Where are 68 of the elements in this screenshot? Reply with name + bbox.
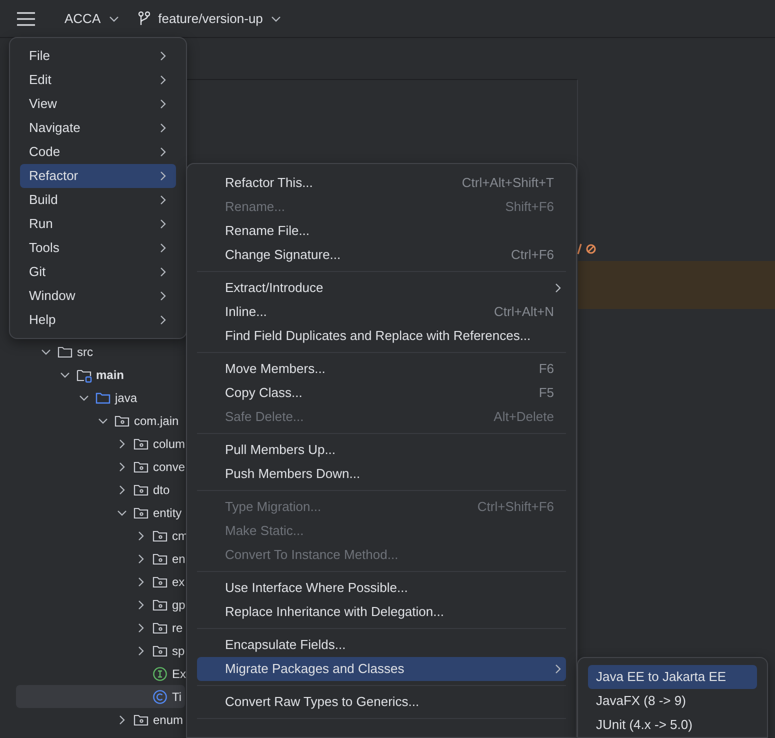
tree-row[interactable]: en: [16, 547, 185, 570]
tree-row[interactable]: re: [16, 616, 185, 639]
menu-item[interactable]: Use Interface Where Possible...: [197, 576, 566, 600]
menu-item[interactable]: Java EE to Jakarta EE: [588, 665, 757, 689]
menu-item[interactable]: Extract/Introduce: [197, 276, 566, 300]
chevron-right-icon: [159, 291, 167, 301]
menu-item[interactable]: Tools: [20, 236, 176, 260]
menu-item[interactable]: Help: [20, 308, 176, 332]
menu-item[interactable]: Code: [20, 140, 176, 164]
menu-item[interactable]: Move Members... F6: [197, 357, 566, 381]
menu-item[interactable]: Copy Class... F5: [197, 381, 566, 405]
tree-row[interactable]: Ti: [16, 685, 185, 708]
menu-item[interactable]: Git: [20, 260, 176, 284]
chevron-right-icon: [159, 219, 167, 229]
menu-item[interactable]: Edit: [20, 68, 176, 92]
tree-row[interactable]: sp: [16, 639, 185, 662]
menu-item[interactable]: Rename File...: [197, 219, 566, 243]
chevron-right-icon: [159, 267, 167, 277]
tree-row[interactable]: enum: [16, 708, 185, 731]
class-icon: [152, 688, 168, 704]
chevron-right-icon: [159, 243, 167, 253]
menu-icon[interactable]: [17, 12, 35, 26]
tree-row[interactable]: java: [16, 386, 185, 409]
menu-item[interactable]: File: [20, 44, 176, 68]
menu-item[interactable]: Migrate Packages and Classes: [197, 657, 566, 681]
chevron-down-icon: [270, 14, 281, 22]
menu-item[interactable]: Build: [20, 188, 176, 212]
tree-row[interactable]: com.jain: [16, 409, 185, 432]
menu-item[interactable]: Find Field Duplicates and Replace with References...: [197, 324, 566, 348]
menu-item[interactable]: Push Members Down...: [197, 462, 566, 486]
tree-row[interactable]: main: [16, 363, 185, 386]
chevron-right-icon: [159, 171, 167, 181]
chevron-right-icon: [159, 51, 167, 61]
menu-item[interactable]: Encapsulate Fields...: [197, 633, 566, 657]
menu-item[interactable]: Convert Raw Types to Generics...: [197, 690, 566, 714]
menu-item[interactable]: View: [20, 92, 176, 116]
chevron-down-icon: [108, 14, 119, 22]
chevron-right-icon: [159, 99, 167, 109]
tree-row[interactable]: entity: [16, 501, 185, 524]
chevron-right-icon: [159, 315, 167, 325]
menu-item[interactable]: JavaFX (8 -> 9): [588, 689, 757, 713]
branch-dropdown[interactable]: feature/version-up: [138, 8, 281, 28]
tree-row[interactable]: colum: [16, 432, 185, 455]
chevron-right-icon: [159, 75, 167, 85]
chevron-right-icon: [554, 283, 562, 293]
menu-item[interactable]: Navigate: [20, 116, 176, 140]
menu-item[interactable]: Run: [20, 212, 176, 236]
tree-row[interactable]: gp: [16, 593, 185, 616]
tree-row[interactable]: ex: [16, 570, 185, 593]
menu-item[interactable]: Window: [20, 284, 176, 308]
tree-row[interactable]: Ex: [16, 662, 185, 685]
chevron-right-icon: [159, 195, 167, 205]
chevron-right-icon: [554, 664, 562, 674]
menu-item[interactable]: Replace Inheritance with Delegation...: [197, 600, 566, 624]
menu-item[interactable]: Pull Members Up...: [197, 438, 566, 462]
chevron-right-icon: [159, 123, 167, 133]
menu-item[interactable]: Inline... Ctrl+Alt+N: [197, 300, 566, 324]
tree-row[interactable]: dto: [16, 478, 185, 501]
menu-item[interactable]: Refactor This... Ctrl+Alt+Shift+T: [197, 171, 566, 195]
chevron-right-icon: [159, 147, 167, 157]
tree-row[interactable]: src: [16, 340, 185, 363]
interface-icon: [152, 666, 168, 682]
menu-item[interactable]: JUnit (4.x -> 5.0): [588, 713, 757, 737]
menu-item[interactable]: Refactor: [20, 164, 176, 188]
branch-icon: [138, 11, 150, 26]
menu-item[interactable]: Change Signature... Ctrl+F6: [197, 243, 566, 267]
project-dropdown[interactable]: ACCA: [64, 8, 119, 28]
tree-row[interactable]: conve: [16, 455, 185, 478]
